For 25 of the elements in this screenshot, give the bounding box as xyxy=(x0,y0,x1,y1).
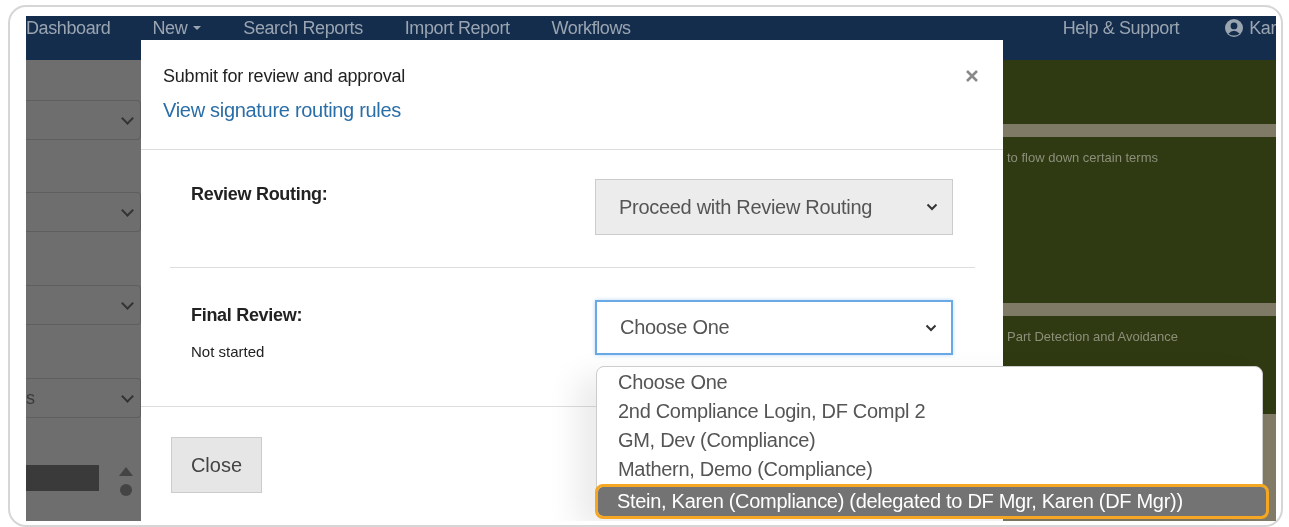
field-label: Final Review: xyxy=(191,305,303,326)
routing-rules-link[interactable]: View signature routing rules xyxy=(163,99,402,122)
nav-link[interactable]: Help & Support xyxy=(1062,18,1180,38)
user-icon[interactable] xyxy=(1225,19,1244,37)
nav-link[interactable]: Kar xyxy=(1249,18,1276,38)
status-text: Not started xyxy=(191,343,266,360)
nav-link[interactable]: Dashboard xyxy=(26,18,111,38)
close-icon[interactable] xyxy=(965,69,979,83)
chevron-icon xyxy=(926,203,938,211)
nav-link[interactable]: New xyxy=(152,18,202,38)
nav-link[interactable]: Workflows xyxy=(551,18,631,38)
chevron-icon xyxy=(925,323,937,332)
select-field[interactable]: Choose One xyxy=(595,300,953,355)
dropdown-option[interactable]: Choose One xyxy=(599,368,1260,397)
nav-link[interactable]: Import Report xyxy=(404,18,510,38)
dropdown-option[interactable]: 2nd Compliance Login, DF Compl 2 xyxy=(599,397,1260,426)
nav-link[interactable]: Search Reports xyxy=(243,18,363,38)
dropdown-option[interactable]: GM, Dev (Compliance) xyxy=(599,426,1260,455)
dropdown-option[interactable]: Mathern, Demo (Compliance) xyxy=(599,455,1260,484)
dimmed-text: Part Detection and Avoidance xyxy=(1006,328,1180,344)
dropdown-option[interactable]: Stein, Karen (Compliance) (delegated to DF Mgr, Karen (DF Mgr)) xyxy=(598,487,1266,516)
field-label: Review Routing: xyxy=(191,184,328,205)
dialog-title: Submit for review and approval xyxy=(163,66,406,87)
dimmed-text: to flow down certain terms xyxy=(1006,149,1159,165)
close-button[interactable]: Close xyxy=(171,437,262,493)
